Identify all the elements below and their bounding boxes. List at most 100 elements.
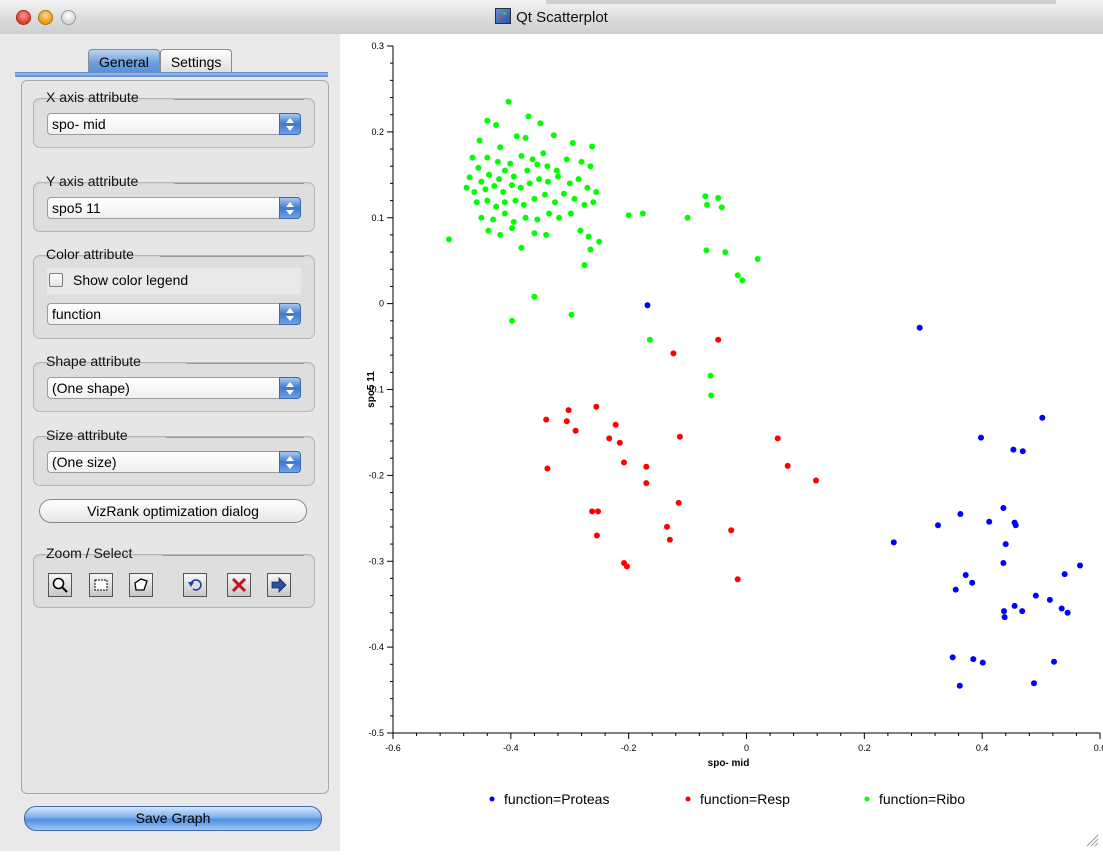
resize-grip-icon[interactable]	[1085, 833, 1099, 847]
data-point-resp	[623, 563, 630, 570]
legend-marker-ribo	[864, 796, 870, 802]
size-attribute-select[interactable]: (One size)	[47, 451, 301, 473]
data-point-ribo	[567, 210, 574, 217]
color-group-title: Color attribute	[46, 246, 134, 262]
undo-selection-button[interactable]	[183, 573, 207, 597]
data-point-proteas	[1011, 602, 1018, 609]
polygon-select-tool-button[interactable]	[129, 573, 153, 597]
data-point-ribo	[589, 143, 596, 150]
scatterplot-area[interactable]: -0.6-0.4-0.200.20.40.6-0.5-0.4-0.3-0.2-0…	[340, 34, 1103, 851]
data-point-resp	[572, 427, 579, 434]
data-point-ribo	[524, 167, 531, 174]
data-point-ribo	[484, 154, 491, 161]
shape-attribute-select[interactable]: (One shape)	[47, 377, 301, 399]
y-tick-label: -0.5	[368, 728, 384, 738]
window-title: Qt Scatterplot	[0, 8, 1103, 26]
data-point-ribo	[484, 117, 491, 124]
data-point-resp	[616, 439, 623, 446]
chevron-updown-icon	[279, 451, 301, 473]
y-axis-select[interactable]: spo5 11	[47, 197, 301, 219]
data-point-ribo	[493, 122, 500, 128]
color-attribute-select[interactable]: function	[47, 303, 301, 325]
y-axis-group: Y axis attribute spo5 11	[33, 173, 315, 232]
chevron-updown-icon	[279, 113, 301, 135]
data-point-ribo	[490, 216, 497, 223]
data-point-ribo	[473, 199, 480, 206]
data-point-ribo	[475, 164, 482, 171]
rect-select-tool-button[interactable]	[89, 573, 113, 597]
data-point-resp	[593, 532, 600, 539]
data-point-ribo	[509, 182, 515, 189]
title-bar[interactable]: Qt Scatterplot	[0, 0, 1103, 35]
data-point-ribo	[534, 216, 541, 223]
data-point-ribo	[485, 227, 492, 234]
y-axis-title: spo5 11	[366, 371, 377, 408]
data-point-proteas	[1000, 505, 1007, 511]
tab-settings[interactable]: Settings	[159, 49, 233, 73]
app-icon	[495, 8, 512, 24]
vizrank-optimization-button[interactable]: VizRank optimization dialog	[39, 499, 307, 523]
data-point-ribo	[546, 210, 553, 217]
data-point-ribo	[536, 176, 543, 183]
scatterplot-chart[interactable]: -0.6-0.4-0.200.20.40.6-0.5-0.4-0.3-0.2-0…	[340, 34, 1103, 851]
data-point-ribo	[505, 98, 512, 105]
data-point-resp	[565, 407, 572, 414]
x-axis-select[interactable]: spo- mid	[47, 113, 301, 135]
show-color-legend-row[interactable]: Show color legend	[47, 268, 301, 294]
data-point-ribo	[722, 249, 729, 256]
data-point-ribo	[543, 231, 550, 238]
data-point-ribo	[639, 210, 646, 217]
data-point-ribo	[509, 225, 515, 232]
legend-label-proteas: function=Proteas	[504, 791, 609, 807]
save-graph-button[interactable]: Save Graph	[24, 806, 322, 831]
data-point-ribo	[625, 212, 632, 219]
data-point-ribo	[534, 161, 541, 168]
x-axis-group: X axis attribute spo- mid	[33, 89, 315, 148]
tab-bar: General Settings	[88, 49, 233, 73]
data-point-ribo	[702, 193, 709, 200]
data-point-ribo	[646, 336, 653, 343]
data-point-ribo	[560, 190, 567, 197]
data-point-ribo	[507, 160, 514, 167]
size-group: Size attribute (One size)	[33, 427, 315, 486]
data-point-ribo	[577, 227, 584, 234]
data-point-resp	[774, 435, 781, 442]
app-window: Qt Scatterplot General Settings X axis a…	[0, 0, 1103, 851]
x-axis-title: spo- mid	[708, 758, 750, 769]
data-point-resp	[666, 536, 673, 543]
data-point-proteas	[956, 682, 963, 689]
data-point-proteas	[1019, 448, 1026, 455]
data-point-ribo	[496, 176, 503, 183]
data-point-proteas	[978, 434, 984, 441]
data-point-resp	[606, 435, 613, 442]
tab-general[interactable]: General	[88, 49, 160, 73]
show-color-legend-checkbox[interactable]	[49, 273, 63, 287]
data-point-ribo	[512, 197, 519, 204]
data-point-ribo	[568, 311, 575, 318]
data-point-proteas	[1077, 562, 1083, 569]
data-point-resp	[621, 459, 627, 466]
data-point-resp	[589, 508, 596, 515]
data-point-ribo	[482, 186, 489, 193]
y-tick-label: 0.1	[371, 213, 384, 223]
remove-selection-button[interactable]	[227, 573, 251, 597]
data-point-ribo	[497, 231, 504, 238]
data-point-ribo	[494, 158, 501, 165]
shape-attribute-select-value: (One shape)	[52, 380, 130, 396]
chevron-updown-icon	[279, 197, 301, 219]
data-point-resp	[675, 499, 682, 506]
data-point-proteas	[1039, 414, 1046, 421]
rect-select-icon	[94, 579, 108, 591]
data-point-ribo	[493, 203, 500, 210]
data-point-ribo	[486, 171, 492, 178]
send-selection-button[interactable]	[267, 573, 291, 597]
shape-group-title: Shape attribute	[46, 353, 141, 369]
data-point-resp	[734, 576, 741, 583]
zoom-tool-button[interactable]	[48, 573, 72, 597]
x-tick-label: 0.6	[1094, 743, 1103, 753]
data-point-ribo	[581, 262, 588, 268]
x-tick-label: -0.6	[385, 743, 401, 753]
data-point-ribo	[563, 156, 570, 163]
data-point-proteas	[1061, 571, 1068, 578]
data-point-ribo	[510, 173, 517, 180]
